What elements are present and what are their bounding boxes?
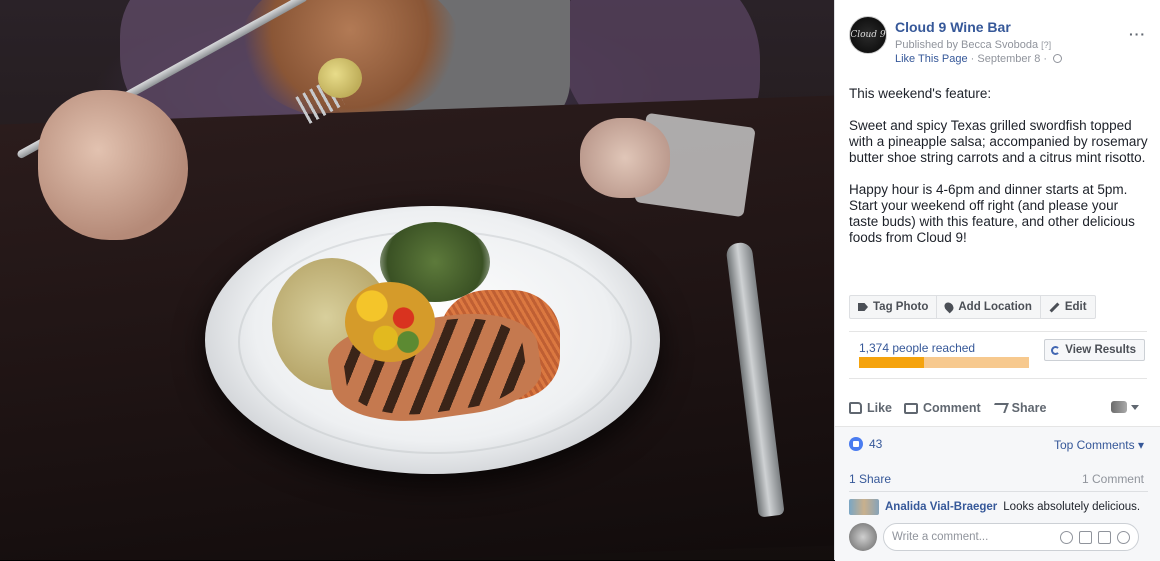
refresh-icon	[1051, 345, 1061, 355]
like-button[interactable]: Like	[849, 401, 892, 415]
comment-text: Looks absolutely delicious.	[1003, 501, 1141, 513]
more-options-icon[interactable]: ···	[1129, 26, 1146, 42]
camera-icon[interactable]	[1079, 530, 1092, 544]
view-results-button[interactable]: View Results	[1044, 339, 1145, 361]
edit-label: Edit	[1064, 301, 1087, 313]
commenter-avatar[interactable]	[849, 499, 879, 515]
comment-input[interactable]: Write a comment...	[883, 523, 1139, 551]
add-location-button[interactable]: Add Location	[937, 296, 1041, 318]
top-comments-dropdown[interactable]: Top Comments ▾	[1054, 438, 1144, 452]
post-paragraph: This weekend's feature:	[849, 86, 992, 101]
tag-photo-button[interactable]: Tag Photo	[850, 296, 938, 318]
post-date[interactable]: September 8	[977, 53, 1040, 65]
emoji-icon[interactable]	[1060, 530, 1073, 544]
like-reaction-icon	[849, 437, 863, 451]
meta-separator: ·	[970, 53, 975, 65]
comment-button[interactable]: Comment	[904, 401, 981, 415]
like-count-text: 43	[869, 437, 883, 451]
comment-count[interactable]: 1 Comment	[1082, 472, 1144, 486]
people-reached-link[interactable]: 1,374 people reached	[859, 341, 975, 355]
page-avatar-text: Cloud 9	[850, 30, 886, 40]
add-location-label: Add Location	[958, 301, 1032, 313]
reactions-area: 43 Top Comments ▾ 1 Share 1 Comment Anal…	[835, 426, 1160, 561]
location-pin-icon	[943, 300, 956, 314]
share-icon	[990, 403, 1009, 413]
post-panel: Cloud 9 Cloud 9 Wine Bar Published by Be…	[834, 0, 1160, 561]
comment-tools	[1060, 530, 1130, 544]
action-bar: Like Comment Share	[849, 392, 1147, 424]
thumbs-up-icon	[849, 402, 862, 414]
post-paragraph: Sweet and spicy Texas grilled swordfish …	[849, 118, 1148, 165]
like-count[interactable]: 43	[849, 437, 882, 451]
comment-icon	[904, 402, 919, 414]
divider	[849, 491, 1148, 492]
globe-icon[interactable]	[1053, 54, 1063, 63]
published-by-text: Published by Becca Svoboda	[895, 39, 1039, 51]
my-avatar	[849, 523, 877, 551]
post-paragraph: Happy hour is 4-6pm and dinner starts at…	[849, 182, 1135, 245]
photo-salsa	[345, 282, 435, 362]
edit-button[interactable]: Edit	[1041, 296, 1095, 318]
page-avatar[interactable]: Cloud 9	[849, 16, 887, 54]
post-meta: Like This Page · September 8 ·	[895, 53, 1063, 65]
like-label: Like	[867, 401, 893, 415]
comment-label: Comment	[923, 401, 981, 415]
reach-box: 1,374 people reached View Results	[849, 331, 1147, 379]
published-by: Published by Becca Svoboda [?]	[895, 39, 1051, 51]
post-photo[interactable]	[0, 0, 834, 560]
like-page-link[interactable]: Like This Page	[895, 53, 968, 65]
comment-placeholder: Write a comment...	[892, 531, 989, 543]
view-results-label: View Results	[1065, 344, 1136, 356]
share-button[interactable]: Share	[990, 401, 1047, 415]
reach-bar-fill	[859, 357, 924, 368]
reach-bar	[859, 357, 1029, 368]
share-label: Share	[1011, 401, 1047, 415]
photo-tools: Tag Photo Add Location Edit	[849, 295, 1096, 319]
pencil-icon	[1049, 302, 1060, 312]
photo-wrist	[580, 118, 670, 198]
meta-separator-2: ·	[1043, 53, 1048, 65]
photo-bite	[318, 58, 362, 98]
post-header: Cloud 9 Cloud 9 Wine Bar Published by Be…	[849, 16, 1150, 72]
write-comment-row: Write a comment...	[849, 523, 1139, 551]
post-as-selector[interactable]	[1111, 401, 1139, 413]
page-name-link[interactable]: Cloud 9 Wine Bar	[895, 19, 1011, 35]
comment-item: Analida Vial-Braeger Looks absolutely de…	[849, 499, 1140, 515]
tag-photo-label: Tag Photo	[873, 301, 929, 313]
gif-icon[interactable]	[1098, 530, 1111, 544]
published-help-link[interactable]: [?]	[1041, 40, 1051, 50]
share-count[interactable]: 1 Share	[849, 472, 891, 486]
sticker-icon[interactable]	[1117, 530, 1130, 544]
post-text: This weekend's feature: Sweet and spicy …	[849, 86, 1149, 262]
viewer-avatar-icon	[1111, 401, 1127, 413]
tag-icon	[858, 303, 868, 311]
chevron-down-icon	[1131, 404, 1139, 410]
commenter-name[interactable]: Analida Vial-Braeger	[885, 501, 997, 513]
